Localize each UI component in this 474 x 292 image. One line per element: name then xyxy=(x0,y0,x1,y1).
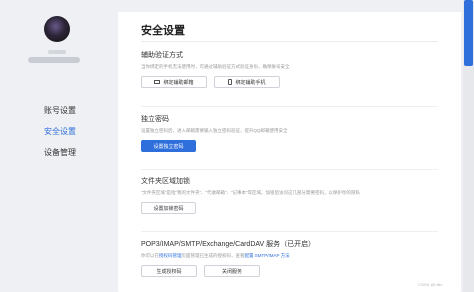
sidebar-nav: 账号设置 安全设置 设备管理 xyxy=(0,100,108,163)
set-lock-password-button[interactable]: 设置加锁密码 xyxy=(141,202,196,214)
sidebar-item-device-management[interactable]: 设备管理 xyxy=(0,142,108,163)
section-description: 你可以在授权码管理页面管理已生成的授权码，查看配置 SMTP/IMAP 方法 xyxy=(141,253,438,259)
username-blurred xyxy=(28,57,80,63)
page-title: 安全设置 xyxy=(141,25,185,37)
main-panel: 安全设置 辅助验证方式 当你绑定的手机无法使用时，可通过辅助验证方式验证身份，确… xyxy=(118,12,461,292)
scrollbar[interactable] xyxy=(463,0,474,292)
section-independent-password: 独立密码 设置独立密码后，进入邮箱需要输入独立密码验证，提升QQ邮箱使用安全 设… xyxy=(141,115,438,152)
generate-auth-code-button[interactable]: 生成授权码 xyxy=(141,265,197,277)
section-title: 文件夹区域加锁 xyxy=(141,178,190,185)
section-title: 独立密码 xyxy=(141,116,169,123)
mail-icon xyxy=(154,80,161,84)
scrollbar-thumb[interactable] xyxy=(464,0,473,66)
section-description: “文件夹区域”是指“我的文件夹”、“代收邮箱”、“记事本”等区域。加锁后访问这几… xyxy=(141,190,360,195)
disable-service-button[interactable]: 关闭服务 xyxy=(204,265,260,277)
section-divider xyxy=(141,106,438,107)
username-blurred-line xyxy=(48,50,66,54)
button-label: 绑定辅助手机 xyxy=(235,79,266,86)
auth-code-management-link[interactable]: 授权码管理 xyxy=(159,253,182,258)
section-divider xyxy=(141,169,438,170)
phone-icon xyxy=(228,79,233,85)
section-mail-protocol-service: POP3/IMAP/SMTP/Exchange/CardDAV 服务（已开启） … xyxy=(141,240,438,277)
title-divider xyxy=(141,41,438,42)
smtp-imap-config-link[interactable]: 配置 SMTP/IMAP 方法 xyxy=(245,253,290,258)
button-label: 绑定辅助邮箱 xyxy=(163,79,194,86)
watermark: CSDN @Lilliu xyxy=(418,282,443,287)
section-description: 设置独立密码后，进入邮箱需要输入独立密码验证，提升QQ邮箱使用安全 xyxy=(141,128,288,133)
bind-aux-phone-button[interactable]: 绑定辅助手机 xyxy=(214,76,280,88)
sidebar-item-security-settings[interactable]: 安全设置 xyxy=(0,121,108,142)
sidebar: 账号设置 安全设置 设备管理 xyxy=(0,0,108,292)
section-description: 当你绑定的手机无法使用时，可通过辅助验证方式验证身份，确保账号安全 xyxy=(141,64,290,69)
set-independent-password-button[interactable]: 设置独立密码 xyxy=(141,140,196,152)
section-title: 辅助验证方式 xyxy=(141,52,183,59)
section-title: POP3/IMAP/SMTP/Exchange/CardDAV 服务（已开启） xyxy=(141,241,316,248)
sidebar-item-account-settings[interactable]: 账号设置 xyxy=(0,100,108,121)
section-divider xyxy=(141,231,438,232)
section-auxiliary-verification: 辅助验证方式 当你绑定的手机无法使用时，可通过辅助验证方式验证身份，确保账号安全… xyxy=(141,51,438,88)
desc-text: 你可以在 xyxy=(141,253,159,258)
avatar[interactable] xyxy=(44,16,70,42)
section-folder-lock: 文件夹区域加锁 “文件夹区域”是指“我的文件夹”、“代收邮箱”、“记事本”等区域… xyxy=(141,177,438,214)
desc-text: 页面管理已生成的授权码，查看 xyxy=(181,253,245,258)
bind-aux-email-button[interactable]: 绑定辅助邮箱 xyxy=(141,76,207,88)
